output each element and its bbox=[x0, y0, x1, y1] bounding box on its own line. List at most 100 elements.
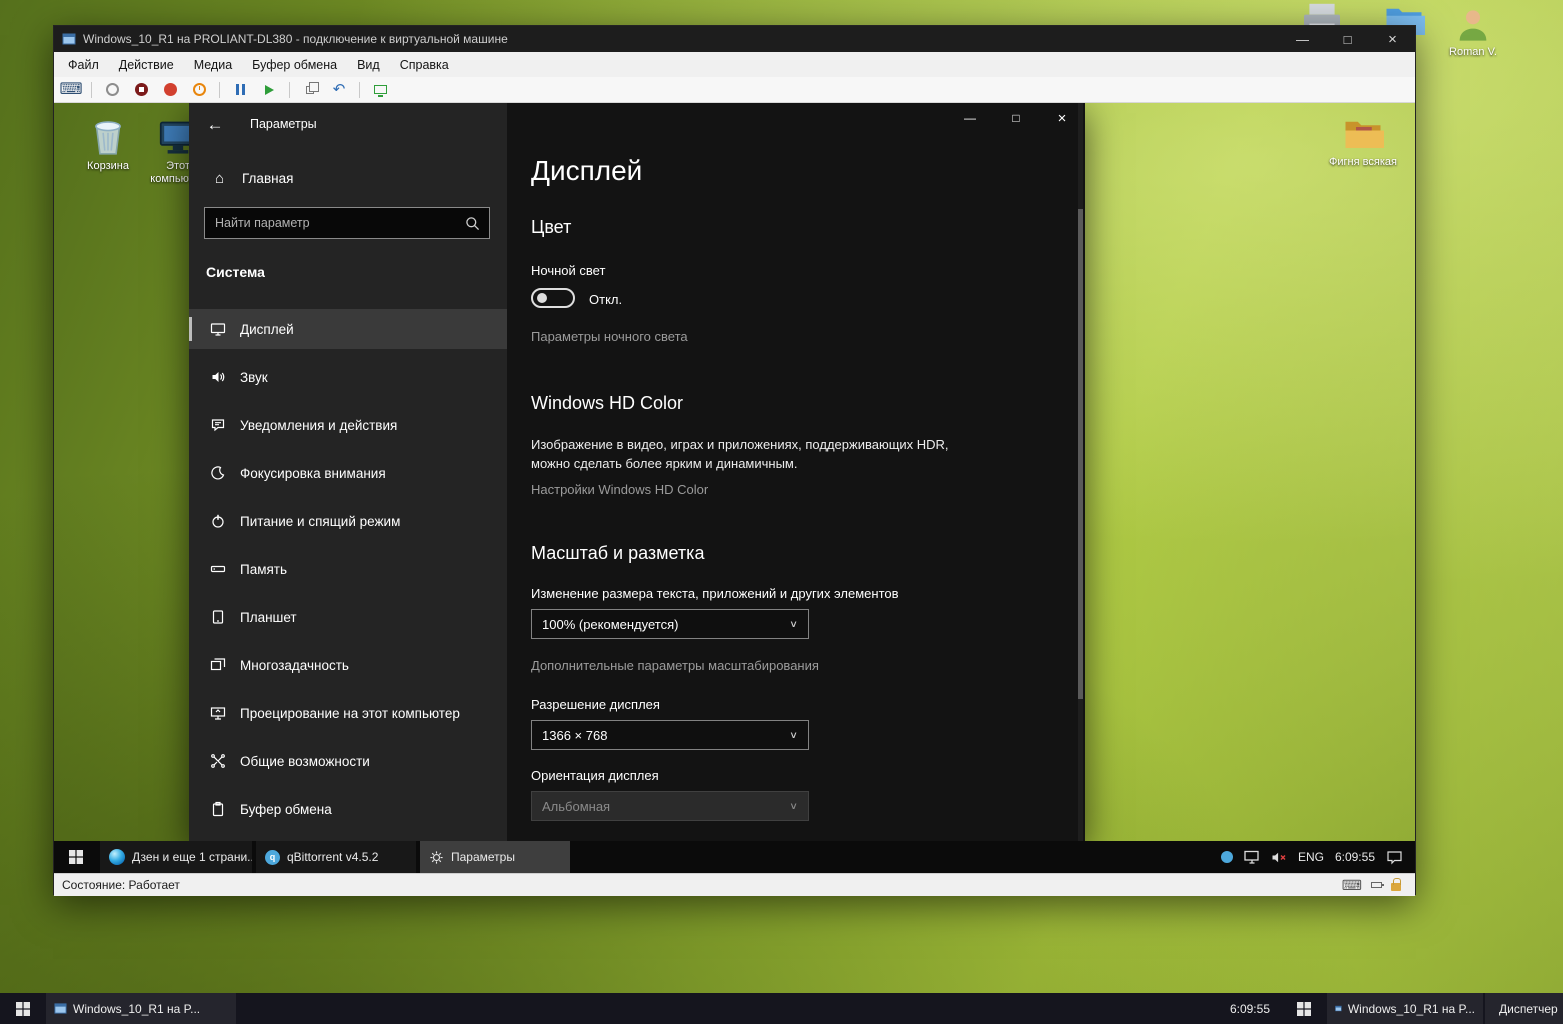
vm-connection-window: Windows_10_R1 на PROLIANT-DL380 - подклю… bbox=[53, 25, 1416, 895]
sidebar-item-projecting[interactable]: Проецирование на этот компьютер bbox=[189, 693, 507, 733]
sidebar-item-clipboard[interactable]: Буфер обмена bbox=[189, 789, 507, 829]
sidebar-item-notifications[interactable]: Уведомления и действия bbox=[189, 405, 507, 445]
shut-down-button[interactable] bbox=[161, 80, 179, 100]
vm-minimize-button[interactable]: — bbox=[1280, 26, 1325, 52]
night-light-state: Откл. bbox=[589, 292, 622, 307]
advanced-scaling-link[interactable]: Дополнительные параметры масштабирования bbox=[531, 658, 819, 673]
vm-titlebar[interactable]: Windows_10_R1 на PROLIANT-DL380 - подклю… bbox=[54, 26, 1415, 52]
menu-action[interactable]: Действие bbox=[109, 54, 184, 76]
sidebar-item-power[interactable]: Питание и спящий режим bbox=[189, 501, 507, 541]
sidebar-item-home[interactable]: ⌂ Главная bbox=[189, 159, 507, 197]
checkpoint-icon bbox=[306, 86, 314, 94]
revert-button[interactable]: ↶ bbox=[330, 80, 348, 100]
sidebar-item-label: Многозадачность bbox=[240, 658, 349, 673]
settings-window-controls: — □ × bbox=[947, 103, 1085, 133]
display-tray-icon[interactable] bbox=[1244, 850, 1260, 864]
hdr-settings-link[interactable]: Настройки Windows HD Color bbox=[531, 482, 708, 497]
sidebar-item-focus-assist[interactable]: Фокусировка внимания bbox=[189, 453, 507, 493]
sidebar-item-display[interactable]: Дисплей bbox=[189, 309, 507, 349]
desktop-icon-misc-folder[interactable]: Фигня всякая bbox=[1325, 115, 1401, 169]
resolution-dropdown[interactable]: 1366 × 768 ∨ bbox=[531, 720, 809, 750]
settings-app-title: Параметры bbox=[250, 117, 317, 131]
menu-help[interactable]: Справка bbox=[390, 54, 459, 76]
menu-clipboard[interactable]: Буфер обмена bbox=[242, 54, 347, 76]
sidebar-item-sound[interactable]: Звук bbox=[189, 357, 507, 397]
user-icon bbox=[1453, 4, 1493, 44]
settings-maximize-button[interactable]: □ bbox=[993, 103, 1039, 133]
display-icon bbox=[209, 321, 226, 338]
hdr-description: Изображение в видео, играх и приложениях… bbox=[531, 436, 961, 473]
notifications-icon bbox=[209, 417, 226, 434]
checkpoint-button[interactable] bbox=[301, 80, 319, 100]
night-light-toggle[interactable] bbox=[531, 288, 575, 308]
orientation-dropdown-value: Альбомная bbox=[542, 799, 610, 814]
host-start-button[interactable] bbox=[0, 993, 46, 1024]
sidebar-item-label: Память bbox=[240, 562, 287, 577]
multitasking-icon bbox=[209, 657, 226, 674]
desktop-icon-label: Roman V. bbox=[1438, 46, 1508, 58]
power-icon bbox=[106, 83, 119, 96]
enhanced-session-button[interactable] bbox=[371, 80, 389, 100]
qbittorrent-tray-icon[interactable] bbox=[1221, 851, 1233, 863]
settings-sidebar: ← Параметры ⌂ Главная Система bbox=[189, 103, 507, 841]
sidebar-item-label: Главная bbox=[242, 171, 293, 186]
settings-close-button[interactable]: × bbox=[1039, 103, 1085, 133]
save-state-button[interactable] bbox=[190, 80, 208, 100]
settings-minimize-button[interactable]: — bbox=[947, 103, 993, 133]
taskbar-item-qbittorrent[interactable]: q qBittorrent v4.5.2 bbox=[256, 841, 416, 873]
scale-dropdown-value: 100% (рекомендуется) bbox=[542, 617, 678, 632]
sidebar-item-label: Проецирование на этот компьютер bbox=[240, 706, 460, 721]
menu-file[interactable]: Файл bbox=[58, 54, 109, 76]
sidebar-item-tablet[interactable]: Планшет bbox=[189, 597, 507, 637]
resolution-dropdown-value: 1366 × 768 bbox=[542, 728, 607, 743]
vm-start-button[interactable] bbox=[54, 841, 98, 873]
desktop-icon-label: Фигня всякая bbox=[1325, 156, 1401, 169]
taskbar-item-settings[interactable]: Параметры bbox=[420, 841, 570, 873]
host-taskbar-item-vm-2[interactable]: Windows_10_R1 на P... bbox=[1327, 993, 1483, 1024]
vm-system-tray: ENG 6:09:55 bbox=[1221, 841, 1415, 873]
action-center-icon[interactable] bbox=[1386, 850, 1403, 865]
menu-view[interactable]: Вид bbox=[347, 54, 390, 76]
chevron-down-icon: ∨ bbox=[789, 800, 798, 811]
desktop-icon-user[interactable]: Roman V. bbox=[1438, 4, 1508, 58]
taskbar-item-browser[interactable]: Дзен и еще 1 страни... bbox=[100, 841, 252, 873]
back-button[interactable]: ← bbox=[195, 108, 235, 142]
menu-media[interactable]: Медиа bbox=[184, 54, 242, 76]
vm-clock[interactable]: 6:09:55 bbox=[1335, 850, 1375, 864]
shared-experiences-icon bbox=[209, 753, 226, 770]
orientation-label: Ориентация дисплея bbox=[531, 768, 659, 783]
search-input[interactable] bbox=[205, 216, 465, 230]
toolbar-separator bbox=[289, 82, 290, 98]
host-clock[interactable]: 6:09:55 bbox=[1198, 993, 1270, 1024]
sidebar-item-shared-experiences[interactable]: Общие возможности bbox=[189, 741, 507, 781]
windows-logo-icon bbox=[1297, 1002, 1311, 1016]
host-taskbar-item-taskmgr[interactable]: Диспетчер bbox=[1485, 993, 1563, 1024]
search-icon[interactable] bbox=[465, 216, 489, 231]
stop-icon bbox=[135, 83, 148, 96]
vm-close-button[interactable]: × bbox=[1370, 26, 1415, 52]
keyboard-status-icon: ⌨ bbox=[1342, 877, 1362, 894]
host-taskbar-item-vm[interactable]: Windows_10_R1 на P... bbox=[46, 993, 236, 1024]
start-vm-button[interactable] bbox=[103, 80, 121, 100]
battery-status-icon bbox=[1371, 882, 1382, 888]
toggle-knob bbox=[537, 293, 547, 303]
night-light-settings-link[interactable]: Параметры ночного света bbox=[531, 329, 688, 344]
scrollbar-thumb[interactable] bbox=[1078, 209, 1083, 699]
volume-muted-icon[interactable] bbox=[1271, 851, 1287, 864]
pause-button[interactable] bbox=[231, 80, 249, 100]
vm-maximize-button[interactable]: □ bbox=[1325, 26, 1370, 52]
language-indicator[interactable]: ENG bbox=[1298, 850, 1324, 864]
desktop-icon-recycle-bin[interactable]: Корзина bbox=[70, 115, 146, 173]
sidebar-item-storage[interactable]: Память bbox=[189, 549, 507, 589]
turn-off-button[interactable] bbox=[132, 80, 150, 100]
resume-icon bbox=[265, 85, 274, 95]
sidebar-item-multitasking[interactable]: Многозадачность bbox=[189, 645, 507, 685]
lock-icon bbox=[1391, 883, 1401, 891]
orientation-dropdown[interactable]: Альбомная ∨ bbox=[531, 791, 809, 821]
vm-desktop: Корзина Этот компьютер Фигня всякая ← bbox=[54, 103, 1415, 873]
taskbar-item-label: Windows_10_R1 на P... bbox=[73, 1002, 200, 1016]
reset-button[interactable] bbox=[260, 80, 278, 100]
host-start-button-2[interactable] bbox=[1281, 993, 1327, 1024]
ctrl-alt-del-button[interactable]: ⌨ bbox=[62, 80, 80, 100]
scale-dropdown[interactable]: 100% (рекомендуется) ∨ bbox=[531, 609, 809, 639]
